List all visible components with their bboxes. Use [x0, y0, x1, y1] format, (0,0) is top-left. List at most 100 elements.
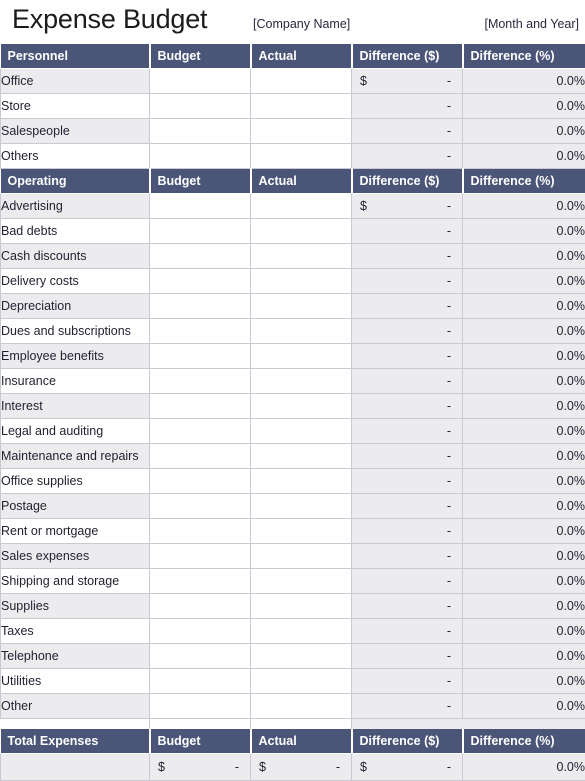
actual-input-cell[interactable] — [251, 444, 352, 469]
section-title-operating: Operating — [1, 169, 150, 194]
actual-input-cell[interactable] — [251, 369, 352, 394]
budget-input-cell[interactable] — [150, 244, 251, 269]
budget-input-cell[interactable] — [150, 344, 251, 369]
actual-input-cell[interactable] — [251, 119, 352, 144]
row-label: Employee benefits — [1, 344, 150, 369]
empty-value-dash: - — [447, 624, 451, 638]
budget-input-cell[interactable] — [150, 369, 251, 394]
empty-value-dash: - — [447, 374, 451, 388]
actual-input-cell[interactable] — [251, 244, 352, 269]
table-row: Supplies-0.0% — [1, 594, 585, 619]
difference-percent-cell: 0.0% — [463, 669, 585, 694]
actual-input-cell[interactable] — [251, 594, 352, 619]
budget-input-cell[interactable] — [150, 69, 251, 94]
budget-input-cell[interactable] — [150, 269, 251, 294]
difference-dollars-cell: - — [352, 369, 463, 394]
actual-input-cell[interactable] — [251, 69, 352, 94]
difference-dollars-cell: - — [352, 269, 463, 294]
budget-input-cell[interactable] — [150, 694, 251, 719]
table-row: Legal and auditing-0.0% — [1, 419, 585, 444]
budget-input-cell[interactable] — [150, 444, 251, 469]
budget-input-cell[interactable] — [150, 544, 251, 569]
actual-input-cell[interactable] — [251, 519, 352, 544]
hatched-blocked-cell — [1, 754, 150, 781]
actual-input-cell[interactable] — [251, 544, 352, 569]
budget-input-cell[interactable] — [150, 419, 251, 444]
budget-input-cell[interactable] — [150, 319, 251, 344]
budget-input-cell[interactable] — [150, 119, 251, 144]
difference-percent-cell: 0.0% — [463, 269, 585, 294]
row-label: Office supplies — [1, 469, 150, 494]
empty-value-dash: - — [447, 574, 451, 588]
budget-input-cell[interactable] — [150, 294, 251, 319]
budget-input-cell[interactable] — [150, 469, 251, 494]
difference-percent-cell: 0.0% — [463, 519, 585, 544]
actual-input-cell[interactable] — [251, 344, 352, 369]
budget-input-cell[interactable] — [150, 619, 251, 644]
actual-input-cell[interactable] — [251, 669, 352, 694]
budget-input-cell[interactable] — [150, 94, 251, 119]
difference-dollars-cell: - — [352, 144, 463, 169]
row-label: Salespeople — [1, 119, 150, 144]
empty-value-dash: - — [447, 674, 451, 688]
difference-percent-cell: 0.0% — [463, 569, 585, 594]
row-label: Office — [1, 69, 150, 94]
spacer-cell — [352, 719, 463, 730]
budget-input-cell[interactable] — [150, 519, 251, 544]
table-row: Utilities -0.0% — [1, 669, 585, 694]
actual-input-cell[interactable] — [251, 569, 352, 594]
empty-value-dash: - — [447, 124, 451, 138]
actual-input-cell[interactable] — [251, 269, 352, 294]
difference-dollars-cell: - — [352, 94, 463, 119]
actual-input-cell[interactable] — [251, 469, 352, 494]
difference-dollars-cell: - — [352, 669, 463, 694]
difference-percent-cell: 0.0% — [463, 394, 585, 419]
budget-input-cell[interactable] — [150, 219, 251, 244]
month-year-placeholder[interactable]: [Month and Year] — [484, 17, 579, 31]
table-row: Maintenance and repairs-0.0% — [1, 444, 585, 469]
budget-input-cell[interactable] — [150, 594, 251, 619]
table-row: Insurance-0.0% — [1, 369, 585, 394]
actual-input-cell[interactable] — [251, 294, 352, 319]
budget-input-cell[interactable] — [150, 494, 251, 519]
spacer-cell — [1, 719, 150, 730]
budget-input-cell[interactable] — [150, 644, 251, 669]
empty-value-dash: - — [447, 274, 451, 288]
actual-input-cell[interactable] — [251, 394, 352, 419]
table-row: Others-0.0% — [1, 144, 585, 169]
actual-input-cell[interactable] — [251, 144, 352, 169]
difference-percent-cell: 0.0% — [463, 419, 585, 444]
budget-input-cell[interactable] — [150, 669, 251, 694]
difference-dollars-cell: - — [352, 619, 463, 644]
actual-input-cell[interactable] — [251, 644, 352, 669]
table-row: Delivery costs-0.0% — [1, 269, 585, 294]
empty-value-dash: - — [447, 524, 451, 538]
spacer-cell — [150, 719, 251, 730]
actual-input-cell[interactable] — [251, 319, 352, 344]
section-header-row-personnel: PersonnelBudgetActualDifference ($)Diffe… — [1, 44, 585, 69]
empty-value-dash: - — [447, 224, 451, 238]
table-row: Rent or mortgage-0.0% — [1, 519, 585, 544]
budget-input-cell[interactable] — [150, 194, 251, 219]
actual-input-cell[interactable] — [251, 419, 352, 444]
budget-input-cell[interactable] — [150, 569, 251, 594]
actual-input-cell[interactable] — [251, 194, 352, 219]
row-label: Bad debts — [1, 219, 150, 244]
actual-input-cell[interactable] — [251, 219, 352, 244]
actual-input-cell[interactable] — [251, 694, 352, 719]
empty-value-dash: - — [447, 424, 451, 438]
company-name-placeholder[interactable]: [Company Name] — [253, 17, 350, 31]
budget-input-cell[interactable] — [150, 144, 251, 169]
actual-input-cell[interactable] — [251, 494, 352, 519]
actual-input-cell[interactable] — [251, 94, 352, 119]
budget-input-cell[interactable] — [150, 394, 251, 419]
empty-value-dash: - — [447, 649, 451, 663]
difference-percent-cell: 0.0% — [463, 494, 585, 519]
row-label: Utilities — [1, 669, 150, 694]
row-label: Taxes — [1, 619, 150, 644]
empty-value-dash: - — [447, 324, 451, 338]
total-header-row: Total ExpensesBudgetActualDifference ($)… — [1, 729, 585, 754]
page-title: Expense Budget — [12, 4, 207, 35]
row-label: Postage — [1, 494, 150, 519]
actual-input-cell[interactable] — [251, 619, 352, 644]
